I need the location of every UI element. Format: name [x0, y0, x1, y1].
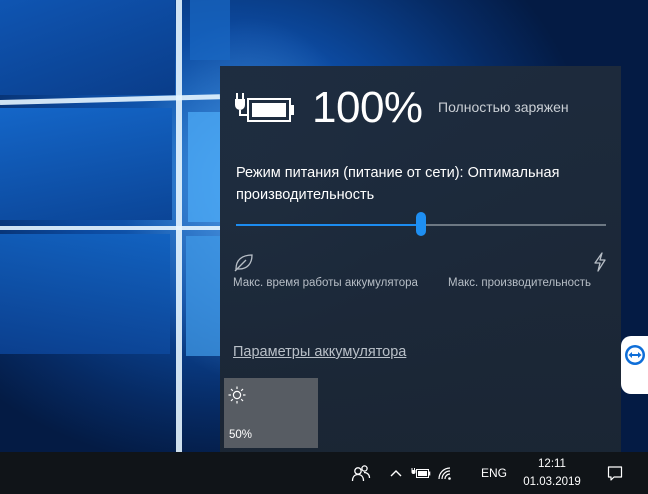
slider-min-label: Макс. время работы аккумулятора [233, 277, 418, 289]
notification-icon [607, 466, 623, 481]
chevron-up-icon [390, 470, 402, 477]
wifi-icon [438, 467, 451, 480]
input-language[interactable]: ENG [474, 452, 514, 494]
clock-date: 01.03.2019 [523, 476, 581, 488]
battery-tray-icon [411, 468, 431, 478]
leaf-icon [234, 254, 253, 272]
battery-flyout: 100% Полностью заряжен Режим питания (пи… [220, 66, 621, 452]
power-mode-slider[interactable] [236, 212, 606, 240]
slider-thumb[interactable] [416, 212, 426, 236]
brightness-tile[interactable]: 50% [224, 378, 318, 448]
slider-fill [236, 224, 421, 226]
taskbar: ENG 12:11 01.03.2019 [0, 452, 648, 494]
action-center-button[interactable] [600, 452, 630, 494]
battery-plug-icon [235, 93, 294, 122]
lightning-icon [594, 252, 606, 272]
battery-settings-link[interactable]: Параметры аккумулятора [233, 344, 406, 360]
people-icon [351, 465, 371, 482]
people-button[interactable] [344, 452, 378, 494]
battery-tray-button[interactable] [408, 452, 434, 494]
teamviewer-tab[interactable] [621, 336, 648, 394]
power-mode-label: Режим питания (питание от сети): Оптимал… [236, 165, 560, 203]
slider-max-label: Макс. производительность [448, 277, 591, 289]
clock-time: 12:11 [538, 458, 566, 470]
sun-icon [228, 386, 246, 404]
brightness-value: 50% [229, 429, 253, 441]
wifi-tray-button[interactable] [434, 452, 456, 494]
teamviewer-icon [625, 345, 645, 365]
battery-status: Полностью заряжен [438, 99, 569, 115]
battery-percent: 100% [312, 83, 423, 132]
show-hidden-icons-button[interactable] [386, 452, 406, 494]
clock[interactable]: 12:11 01.03.2019 [516, 452, 588, 494]
